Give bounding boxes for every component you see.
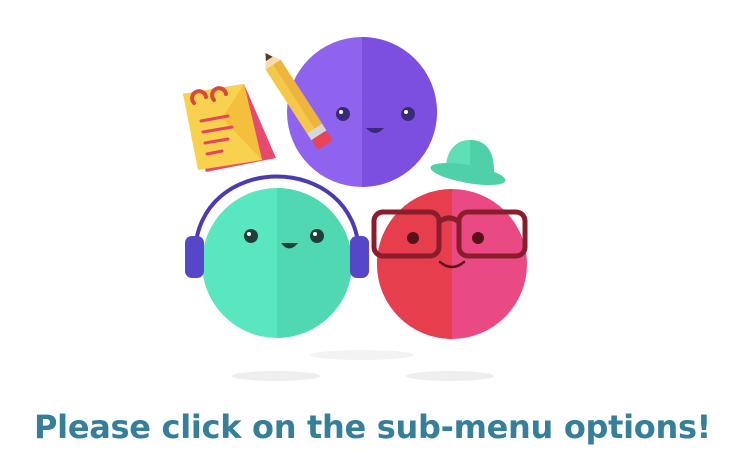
instruction-message: Please click on the sub-menu options! xyxy=(34,408,711,446)
green-face-with-headphones xyxy=(202,188,352,338)
characters-illustration xyxy=(183,37,528,381)
hat-icon xyxy=(430,139,506,186)
empty-state-page: Please click on the sub-menu options! xyxy=(0,0,745,461)
notepad-icon xyxy=(183,84,276,172)
ground-shadows xyxy=(232,350,494,381)
